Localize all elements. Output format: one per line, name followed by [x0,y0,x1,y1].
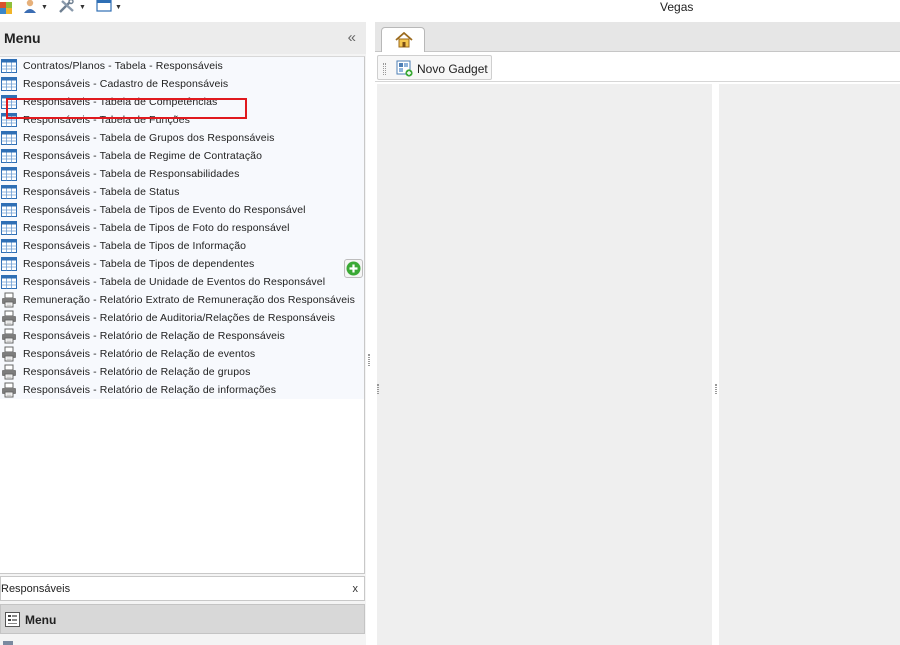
clear-search-button[interactable]: x [353,583,359,595]
menu-item[interactable]: Responsáveis - Tabela de Regime de Contr… [0,147,364,165]
menu-item[interactable]: Responsáveis - Tabela de Grupos dos Resp… [0,129,364,147]
add-button[interactable] [344,259,363,278]
user-icon [22,0,38,16]
menu-item-label: Responsáveis - Tabela de Regime de Contr… [23,150,263,162]
menu-item[interactable]: Responsáveis - Tabela de Tipos de depend… [0,255,364,273]
menu-item[interactable]: Responsáveis - Tabela de Responsabilidad… [0,165,364,183]
menu-footer-label: Menu [25,613,57,627]
menu-item[interactable]: Responsáveis - Tabela de Tipos de Foto d… [0,219,364,237]
gadget-toolbar: Novo Gadget [375,52,900,82]
workspace-tab-strip [375,22,900,53]
chevron-down-icon: ▼ [41,3,48,11]
table-icon [1,76,17,92]
gadget-column-1 [377,84,712,645]
puzzle-icon[interactable] [0,0,14,14]
menu-item-label: Responsáveis - Relatório de Relação de g… [23,366,251,378]
highlight-annotation [6,98,247,119]
table-icon [1,58,17,74]
menu-item[interactable]: Responsáveis - Tabela de Unidade de Even… [0,273,364,291]
menu-item-label: Responsáveis - Tabela de Tipos de Evento… [23,204,306,216]
menu-item-label: Remuneração - Relatório Extrato de Remun… [23,294,355,306]
add-gadget-icon [396,60,413,80]
column-grip[interactable] [715,384,717,394]
printer-icon [1,292,17,308]
table-icon [1,148,17,164]
menu-item[interactable]: Responsáveis - Tabela de Tipos de Inform… [0,237,364,255]
tools-icon [58,0,76,16]
menu-item-label: Responsáveis - Tabela de Tipos de Foto d… [23,222,290,234]
printer-icon [1,346,17,362]
menu-item-label: Responsáveis - Tabela de Responsabilidad… [23,168,240,180]
user-menu-button[interactable]: ▼ [22,0,48,14]
menu-item-label: Responsáveis - Tabela de Tipos de depend… [23,258,255,270]
column-grip[interactable] [377,384,379,394]
menu-search-value[interactable]: Responsáveis [1,583,70,595]
menu-list: Contratos/Planos - Tabela - Responsáveis… [0,56,365,574]
printer-icon [1,364,17,380]
menu-item[interactable]: Contratos/Planos - Tabela - Responsáveis [0,57,364,75]
menu-item-label: Responsáveis - Relatório de Relação de R… [23,330,285,342]
table-icon [1,202,17,218]
chevron-down-icon: ▼ [79,3,86,11]
new-gadget-button[interactable]: Novo Gadget [377,55,492,80]
status-stub [3,641,13,645]
home-tab[interactable] [381,27,425,53]
menu-item[interactable]: Responsáveis - Relatório de Auditoria/Re… [0,309,364,327]
menu-item[interactable]: Responsáveis - Cadastro de Responsáveis [0,75,364,93]
table-icon [1,184,17,200]
panel-splitter[interactable] [366,22,374,645]
menu-panel: Menu « Contratos/Planos - Tabela - Respo… [0,22,366,645]
menu-item-label: Responsáveis - Tabela de Unidade de Even… [23,276,326,288]
menu-item-label: Responsáveis - Tabela de Grupos dos Resp… [23,132,275,144]
menu-item[interactable]: Responsáveis - Relatório de Relação de e… [0,345,364,363]
menu-item-label: Responsáveis - Relatório de Relação de e… [23,348,256,360]
menu-title: Menu [4,30,41,46]
window-icon [96,0,112,16]
table-icon [1,256,17,272]
table-icon [1,130,17,146]
toolbar-grip [383,63,386,75]
menu-search-field[interactable]: Responsáveis x [0,576,365,601]
table-icon [1,238,17,254]
menu-item-label: Responsáveis - Relatório de Relação de i… [23,384,277,396]
menu-footer-button[interactable]: Menu [0,604,365,634]
table-icon [1,274,17,290]
gadget-column-2 [715,84,900,645]
splitter-grip[interactable] [368,354,370,366]
top-toolbar: ▼ ▼ ▼ Vegas [0,0,900,20]
menu-item[interactable]: Responsáveis - Relatório de Relação de g… [0,363,364,381]
menu-icon [5,612,20,627]
menu-item-label: Responsáveis - Relatório de Auditoria/Re… [23,312,336,324]
menu-item-label: Responsáveis - Tabela de Status [23,186,180,198]
menu-item[interactable]: Responsáveis - Tabela de Tipos de Evento… [0,201,364,219]
printer-icon [1,382,17,398]
menu-item[interactable]: Responsáveis - Relatório de Relação de i… [0,381,364,399]
collapse-menu-button[interactable]: « [348,29,356,46]
menu-header: Menu « [0,22,366,54]
menu-item[interactable]: Remuneração - Relatório Extrato de Remun… [0,291,364,309]
new-gadget-label: Novo Gadget [417,62,488,76]
tools-menu-button[interactable]: ▼ [58,0,86,14]
menu-item-label: Contratos/Planos - Tabela - Responsáveis [23,60,223,72]
app-title: Vegas [660,0,694,14]
menu-item-label: Responsáveis - Tabela de Tipos de Inform… [23,240,247,252]
window-menu-button[interactable]: ▼ [96,0,122,14]
printer-icon [1,328,17,344]
table-icon [1,220,17,236]
menu-item[interactable]: Responsáveis - Tabela de Status [0,183,364,201]
table-icon [1,166,17,182]
menu-item-label: Responsáveis - Cadastro de Responsáveis [23,78,229,90]
printer-icon [1,310,17,326]
chevron-down-icon: ▼ [115,3,122,11]
menu-item[interactable]: Responsáveis - Relatório de Relação de R… [0,327,364,345]
